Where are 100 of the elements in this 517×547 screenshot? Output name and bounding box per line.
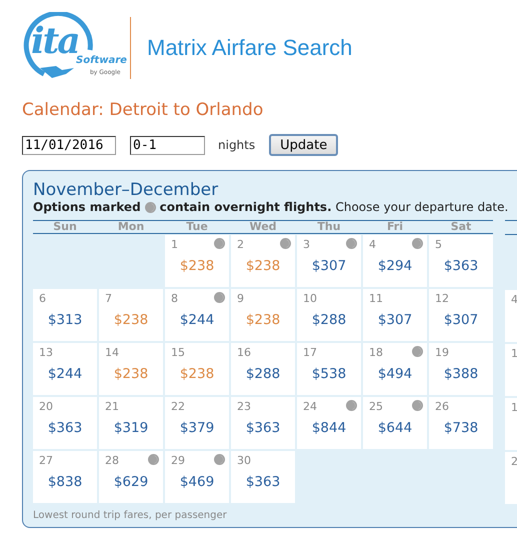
day-cell[interactable]: 18 $494 (363, 343, 427, 395)
fare-price: $238 (244, 312, 282, 328)
day-number: 13 (39, 346, 53, 359)
day-number: 1 (511, 401, 517, 414)
day-number: 10 (303, 292, 317, 305)
day-cell[interactable]: 26 $738 (429, 397, 493, 449)
fare-price: $238 (112, 312, 150, 328)
day-cell[interactable]: 15 $238 (165, 343, 229, 395)
day-number: 5 (435, 238, 442, 251)
fare-price: $738 (442, 420, 480, 436)
day-number: 14 (105, 346, 119, 359)
fare-price: $494 (376, 366, 414, 382)
fare-price: $238 (112, 366, 150, 382)
fare-price: $469 (178, 474, 216, 490)
fare-price: $363 (46, 420, 84, 436)
day-cell[interactable]: 6 $313 (33, 289, 97, 341)
day-number: 1 (511, 347, 517, 360)
fare-price: $238 (244, 258, 282, 274)
fare-price: $238 (178, 258, 216, 274)
legend-text: contain overnight flights. Choose your departure date. (160, 200, 508, 214)
fare-price: $313 (46, 312, 84, 328)
nights-field[interactable]: 0-1 (130, 136, 205, 154)
fare-price: $363 (244, 420, 282, 436)
fare-price: $629 (112, 474, 150, 490)
day-number: 9 (237, 292, 244, 305)
day-number: 26 (435, 400, 449, 413)
fare-price: $388 (442, 366, 480, 382)
day-cell[interactable]: 28 $629 (99, 451, 163, 503)
fare-price: $379 (178, 420, 216, 436)
fare-price: $363 (442, 258, 480, 274)
weekday-label: Tue (185, 221, 209, 233)
day-cell[interactable]: 8 $244 (165, 289, 229, 341)
day-cell[interactable]: 17 $538 (297, 343, 361, 395)
day-number: 15 (171, 346, 185, 359)
day-number: 2 (511, 455, 517, 468)
day-number: 27 (39, 454, 53, 467)
day-cell[interactable]: 21 $319 (99, 397, 163, 449)
day-cell[interactable]: 23 $363 (231, 397, 295, 449)
day-number: 1 (171, 238, 178, 251)
day-cell[interactable]: 9 $238 (231, 289, 295, 341)
fare-price: $844 (310, 420, 348, 436)
day-cell[interactable]: 2 $238 (231, 235, 295, 287)
day-cell[interactable]: 27 $838 (33, 451, 97, 503)
weekday-label: Thu (316, 221, 342, 233)
day-cell[interactable]: 19 $388 (429, 343, 493, 395)
weekday-label: Sat (450, 221, 472, 233)
day-cell[interactable]: 14 $238 (99, 343, 163, 395)
day-cell[interactable]: 1 (505, 344, 517, 396)
field-label: nights (218, 138, 256, 152)
fare-price: $644 (376, 420, 414, 436)
day-number: 28 (105, 454, 119, 467)
legend-text: Options marked (33, 200, 141, 214)
day-cell[interactable]: 30 $363 (231, 451, 295, 503)
fare-price: $538 (310, 366, 348, 382)
fare-price: $838 (46, 474, 84, 490)
day-cell[interactable]: 11 $307 (363, 289, 427, 341)
day-cell[interactable]: 1 (505, 398, 517, 450)
fare-price: $307 (442, 312, 480, 328)
day-cell[interactable]: 20 $363 (33, 397, 97, 449)
date-field[interactable]: 11/01/2016 (22, 136, 116, 154)
weekday-label: Mon (116, 221, 146, 233)
day-number: 22 (171, 400, 185, 413)
day-cell[interactable]: 16 $288 (231, 343, 295, 395)
fare-price: $319 (112, 420, 150, 436)
day-cell[interactable]: 3 $307 (297, 235, 361, 287)
fare-price: $244 (46, 366, 84, 382)
day-cell[interactable]: 10 $288 (297, 289, 361, 341)
day-cell[interactable]: 13 $244 (33, 343, 97, 395)
day-cell[interactable]: 29 $469 (165, 451, 229, 503)
day-number: 3 (303, 238, 310, 251)
day-number: 21 (105, 400, 119, 413)
day-number: 8 (171, 292, 178, 305)
day-number: 19 (435, 346, 449, 359)
footnote: Lowest round trip fares, per passenger (33, 510, 228, 521)
day-cell[interactable]: 2 (505, 452, 517, 504)
day-number: 18 (369, 346, 383, 359)
fare-price: $244 (178, 312, 216, 328)
fare-price: $288 (310, 312, 348, 328)
day-cell[interactable]: 12 $307 (429, 289, 493, 341)
fare-price: $307 (310, 258, 348, 274)
day-number: 25 (369, 400, 383, 413)
day-cell[interactable]: 22 $379 (165, 397, 229, 449)
fare-price: $294 (376, 258, 414, 274)
weekday-label: Sun (52, 221, 78, 233)
fare-price: $238 (178, 366, 216, 382)
day-cell[interactable]: 24 $844 (297, 397, 361, 449)
day-number: 16 (237, 346, 251, 359)
day-cell[interactable]: 7 $238 (99, 289, 163, 341)
fare-price: $307 (376, 312, 414, 328)
day-number: 2 (237, 238, 244, 251)
day-cell[interactable]: 1 $238 (165, 235, 229, 287)
day-cell[interactable]: 5 $363 (429, 235, 493, 287)
page-heading: Calendar: Detroit to Orlando (22, 100, 264, 120)
day-cell[interactable]: 4 $294 (363, 235, 427, 287)
day-cell[interactable]: 25 $644 (363, 397, 427, 449)
day-number: 17 (303, 346, 317, 359)
fare-price: $363 (244, 474, 282, 490)
fare-price: $288 (244, 366, 282, 382)
update-button[interactable]: Update (269, 134, 338, 156)
day-number: 30 (237, 454, 251, 467)
